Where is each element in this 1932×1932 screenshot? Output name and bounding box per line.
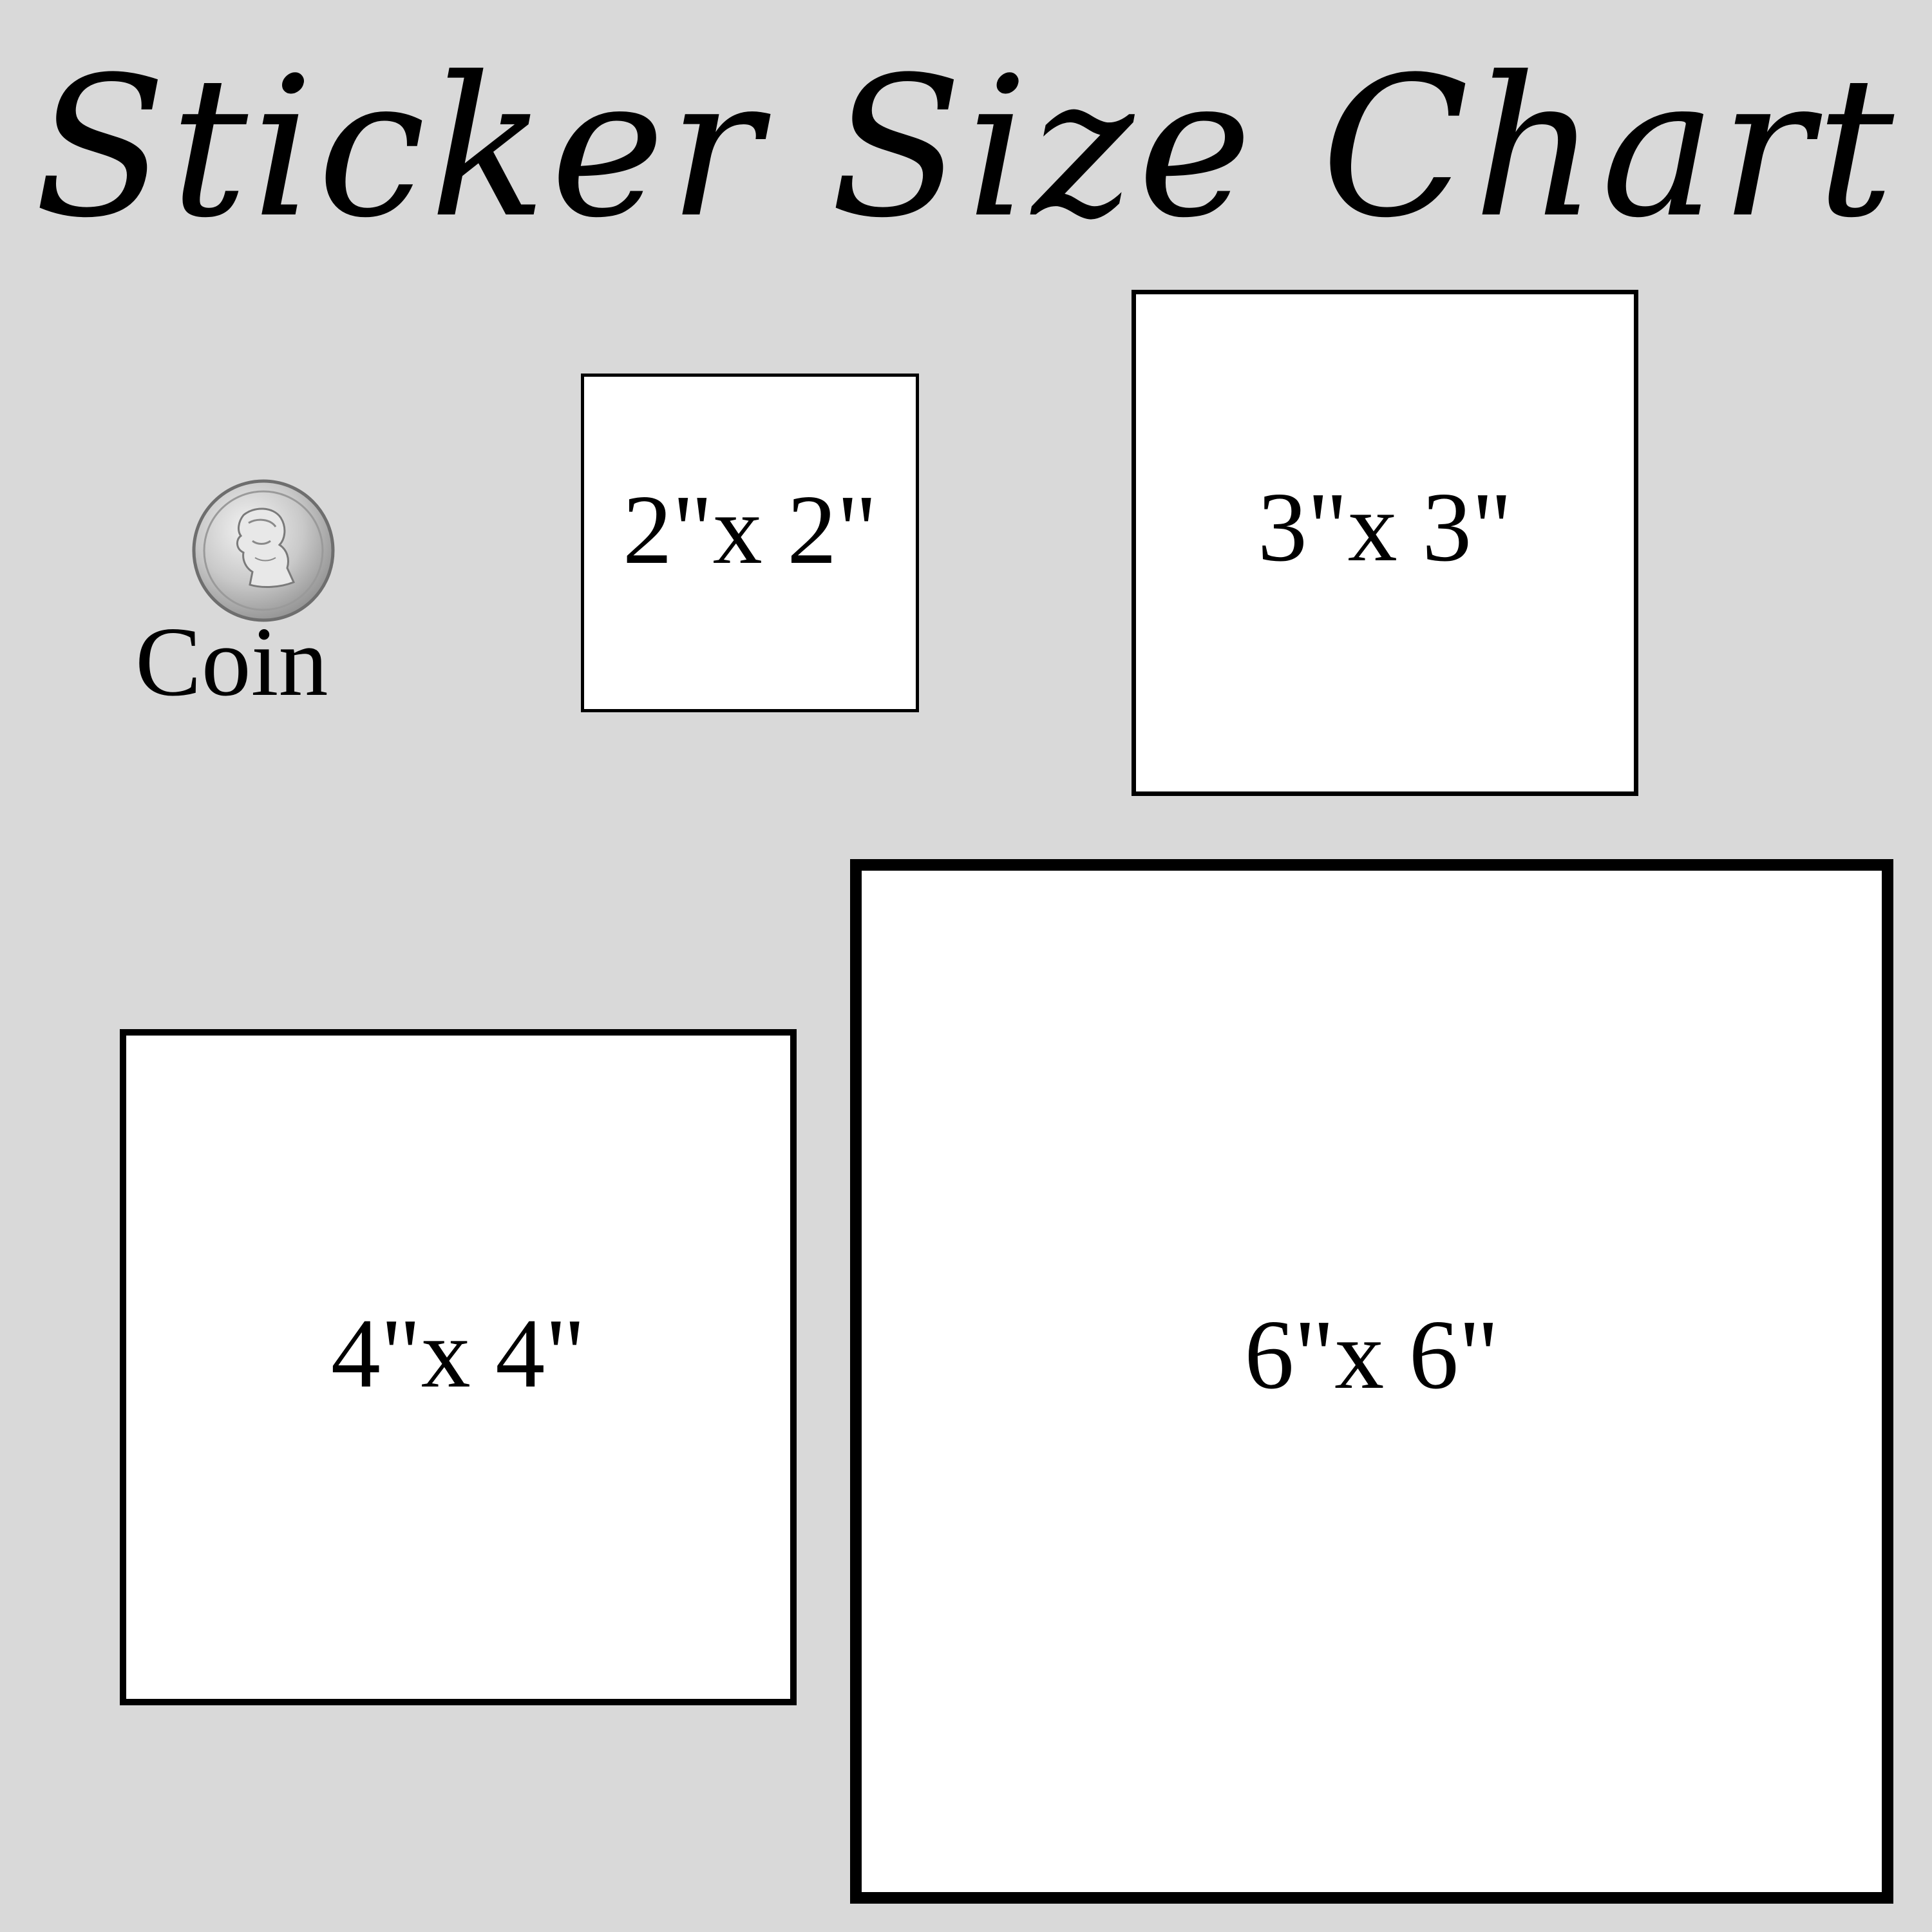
sticker-3x3-box: 3"x 3" <box>1132 290 1638 796</box>
sticker-4x4-label: 4"x 4" <box>330 1299 586 1408</box>
coin-label: Coin <box>135 607 328 717</box>
sticker-4x4-box: 4"x 4" <box>120 1029 797 1705</box>
sticker-2x2-label: 2"x 2" <box>622 475 878 585</box>
sticker-6x6-box: 6"x 6" <box>850 859 1893 1904</box>
page-title: Sticker Size Chart <box>33 35 1899 260</box>
coin-icon <box>191 478 336 623</box>
sticker-6x6-label: 6"x 6" <box>1244 1300 1499 1410</box>
nickel-coin-icon <box>192 479 335 622</box>
sticker-2x2-box: 2"x 2" <box>581 374 919 712</box>
sticker-3x3-label: 3"x 3" <box>1257 473 1513 582</box>
